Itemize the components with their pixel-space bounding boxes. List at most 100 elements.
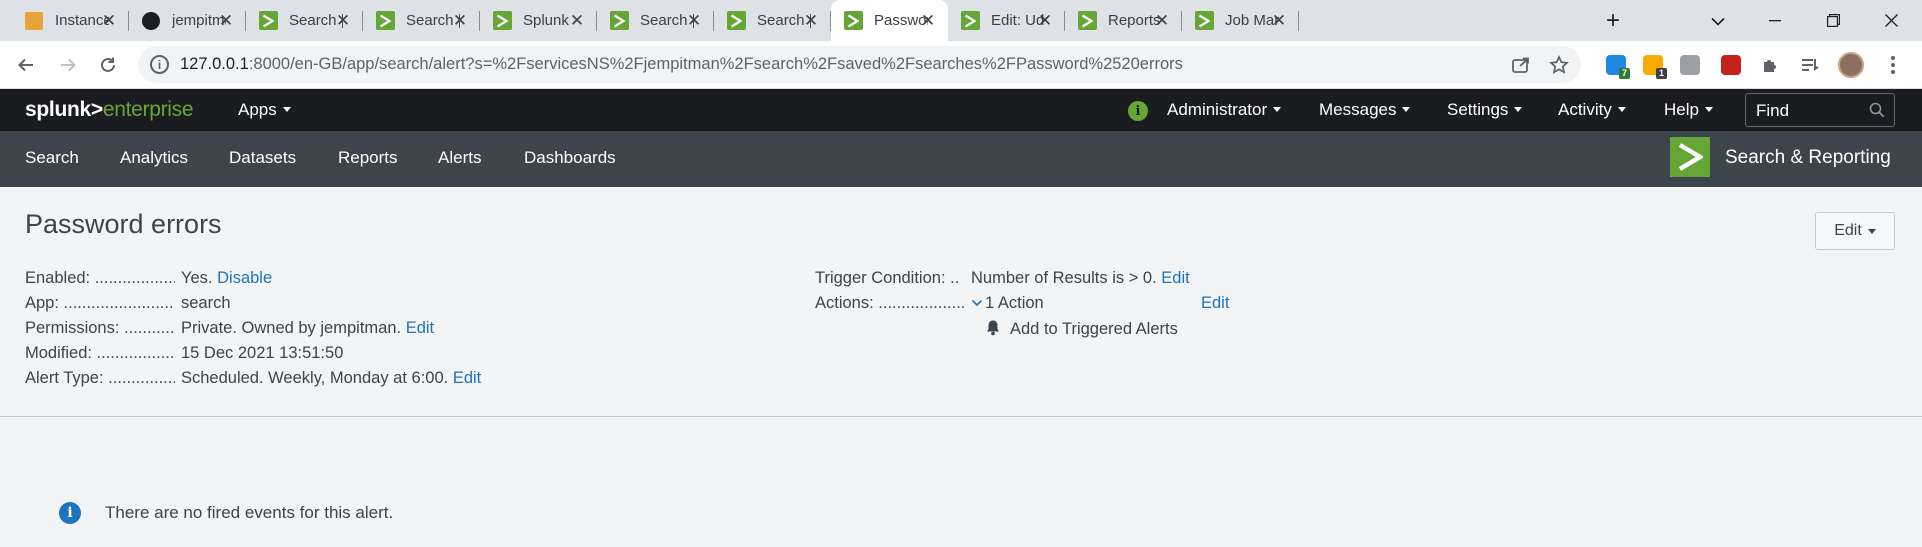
arrow-right-icon bbox=[61, 58, 76, 72]
close-tab-icon[interactable]: ✕ bbox=[1269, 11, 1289, 31]
info-icon: i bbox=[59, 502, 81, 524]
splunk-icon bbox=[1194, 11, 1214, 31]
browser-tab[interactable]: Splunk ✕ bbox=[480, 0, 597, 41]
caret-down-icon bbox=[1704, 107, 1713, 112]
browser-tab[interactable]: Instance c✕ bbox=[12, 0, 129, 41]
tab-separator bbox=[1298, 11, 1299, 31]
messages-menu[interactable]: Messages bbox=[1319, 100, 1411, 120]
help-menu[interactable]: Help bbox=[1664, 100, 1713, 120]
close-tab-icon[interactable]: ✕ bbox=[450, 11, 470, 31]
apps-menu[interactable]: Apps bbox=[238, 100, 291, 120]
caret-down-icon bbox=[1514, 107, 1523, 112]
pdf-extension-icon[interactable] bbox=[1718, 52, 1744, 78]
close-tab-icon[interactable]: ✕ bbox=[333, 11, 353, 31]
url-text[interactable]: 127.0.0.1:8000/en-GB/app/search/alert?s=… bbox=[180, 55, 1183, 74]
browser-tab-strip: Instance c✕jempitma✕Search | S✕Search | … bbox=[0, 0, 1922, 41]
nav-dashboards[interactable]: Dashboards bbox=[524, 148, 616, 168]
extensions-puzzle-icon[interactable] bbox=[1758, 52, 1784, 78]
tab-search-chevron-icon[interactable] bbox=[1703, 7, 1733, 35]
close-tab-icon[interactable]: ✕ bbox=[684, 11, 704, 31]
actions-edit-link[interactable]: Edit bbox=[1201, 294, 1229, 313]
settings-menu[interactable]: Settings bbox=[1447, 100, 1523, 120]
github-icon bbox=[141, 11, 161, 31]
app-label: App: ...................................… bbox=[25, 294, 175, 312]
extension-glyph bbox=[1721, 55, 1741, 75]
trigger-condition-label: Trigger Condition: .. bbox=[815, 269, 960, 287]
nav-alerts[interactable]: Alerts bbox=[438, 148, 481, 168]
back-button[interactable] bbox=[10, 49, 42, 81]
enabled-disable-link[interactable]: Disable bbox=[217, 269, 272, 287]
bell-icon bbox=[985, 319, 1001, 341]
app-logo-icon[interactable] bbox=[1670, 137, 1710, 177]
alert-type-value: Scheduled. Weekly, Monday at 6:00. bbox=[181, 369, 449, 387]
close-tab-icon[interactable]: ✕ bbox=[567, 11, 587, 31]
extension-glyph bbox=[1680, 55, 1700, 75]
caret-down-icon bbox=[1617, 107, 1626, 112]
modified-label: Modified: ........................ bbox=[25, 344, 175, 362]
nav-analytics[interactable]: Analytics bbox=[120, 148, 188, 168]
browser-tab[interactable]: Search | S✕ bbox=[597, 0, 714, 41]
new-tab-icon[interactable]: + bbox=[1598, 6, 1628, 36]
close-tab-icon[interactable]: ✕ bbox=[918, 11, 938, 31]
notes-extension-icon[interactable]: 1 bbox=[1640, 52, 1667, 79]
caret-down-icon bbox=[1867, 228, 1876, 234]
forward-button[interactable] bbox=[52, 49, 84, 81]
browser-tab[interactable]: Search | S✕ bbox=[714, 0, 831, 41]
edit-dropdown-button[interactable]: Edit bbox=[1815, 212, 1895, 250]
close-tab-icon[interactable]: ✕ bbox=[1035, 11, 1055, 31]
alert-details-panel: Password errors Edit Enabled: ..........… bbox=[0, 187, 1922, 417]
bookmark-star-icon[interactable] bbox=[1548, 55, 1570, 75]
actions-toggle[interactable]: 1 Action bbox=[971, 294, 1044, 313]
administrator-menu[interactable]: Administrator bbox=[1167, 100, 1282, 120]
close-tab-icon[interactable]: ✕ bbox=[216, 11, 236, 31]
splunk-icon bbox=[726, 11, 746, 31]
permissions-value: Private. Owned by jempitman. bbox=[181, 319, 402, 337]
chat-extension-icon[interactable] bbox=[1677, 52, 1703, 78]
profile-avatar[interactable] bbox=[1838, 52, 1864, 78]
close-tab-icon[interactable]: ✕ bbox=[1152, 11, 1172, 31]
alert-type-edit-link[interactable]: Edit bbox=[453, 369, 481, 387]
browser-tab[interactable]: Edit: Uda✕ bbox=[948, 0, 1065, 41]
reload-button[interactable] bbox=[92, 49, 124, 81]
browser-tab[interactable]: Reports |✕ bbox=[1065, 0, 1182, 41]
restore-window-icon[interactable] bbox=[1808, 0, 1858, 41]
close-tab-icon[interactable]: ✕ bbox=[801, 11, 821, 31]
splunk-header: splunk>enterprise Apps i Administrator M… bbox=[0, 89, 1922, 131]
health-status-icon[interactable]: i bbox=[1128, 101, 1148, 121]
reading-list-icon[interactable] bbox=[1797, 52, 1823, 78]
minimize-window-icon[interactable] bbox=[1750, 0, 1800, 41]
browser-menu-icon[interactable] bbox=[1880, 52, 1906, 78]
actions-label: Actions: .......................... bbox=[815, 294, 965, 312]
site-info-icon[interactable]: i bbox=[150, 55, 169, 74]
clockify-extension-icon[interactable]: 7 bbox=[1603, 52, 1630, 79]
app-nav-bar: Search Analytics Datasets Reports Alerts… bbox=[0, 131, 1922, 187]
browser-tab[interactable]: jempitma✕ bbox=[129, 0, 246, 41]
splunk-icon bbox=[1077, 11, 1097, 31]
trigger-edit-link[interactable]: Edit bbox=[1161, 269, 1189, 287]
browser-tab[interactable]: Search | S✕ bbox=[363, 0, 480, 41]
share-icon[interactable] bbox=[1510, 55, 1532, 75]
browser-tab[interactable]: Job Mana✕ bbox=[1182, 0, 1299, 41]
arrow-left-icon bbox=[18, 58, 33, 72]
url-bar[interactable]: i 127.0.0.1:8000/en-GB/app/search/alert?… bbox=[138, 46, 1581, 83]
find-input[interactable] bbox=[1756, 100, 1866, 122]
browser-tab[interactable]: Password✕ bbox=[831, 0, 948, 41]
permissions-edit-link[interactable]: Edit bbox=[406, 319, 434, 337]
splunk-logo[interactable]: splunk>enterprise bbox=[25, 98, 194, 122]
permissions-label: Permissions: .................. bbox=[25, 319, 175, 337]
close-window-icon[interactable] bbox=[1866, 0, 1916, 41]
enabled-value: Yes. bbox=[181, 269, 213, 287]
nav-search[interactable]: Search bbox=[25, 148, 79, 168]
find-box bbox=[1745, 93, 1895, 127]
trigger-condition-value: Number of Results is > 0. bbox=[971, 269, 1157, 287]
close-tab-icon[interactable]: ✕ bbox=[99, 11, 119, 31]
browser-tab[interactable]: Search | S✕ bbox=[246, 0, 363, 41]
action-item: Add to Triggered Alerts bbox=[985, 319, 1178, 341]
no-events-message: There are no fired events for this alert… bbox=[105, 503, 394, 522]
search-icon[interactable] bbox=[1869, 102, 1885, 123]
caret-down-icon bbox=[1402, 107, 1411, 112]
activity-menu[interactable]: Activity bbox=[1558, 100, 1626, 120]
nav-datasets[interactable]: Datasets bbox=[229, 148, 296, 168]
nav-reports[interactable]: Reports bbox=[338, 148, 398, 168]
app-name[interactable]: Search & Reporting bbox=[1725, 147, 1891, 169]
